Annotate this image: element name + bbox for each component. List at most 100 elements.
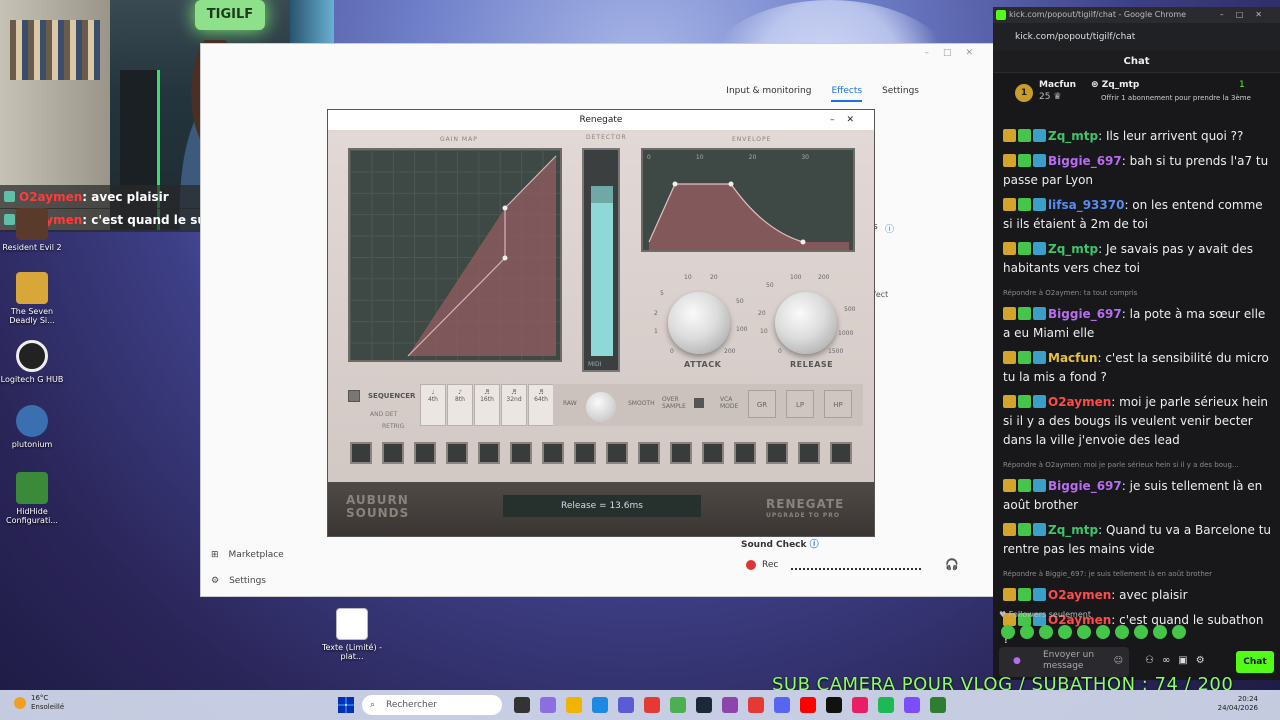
sequencer-step-button[interactable] xyxy=(798,442,820,464)
sequencer-step-button[interactable] xyxy=(350,442,372,464)
note-8th-button[interactable]: ♪ 8th xyxy=(447,384,473,426)
emote-bar[interactable] xyxy=(1001,625,1186,639)
tab-effects[interactable]: Effects xyxy=(831,86,863,102)
sequencer-step-button[interactable] xyxy=(606,442,628,464)
tab-settings[interactable]: Settings xyxy=(882,86,919,102)
note-64th-button[interactable]: ♬ 64th xyxy=(528,384,554,426)
mode-lp-button[interactable]: LP xyxy=(786,390,814,418)
sequencer-step-button[interactable] xyxy=(478,442,500,464)
sequencer-step-button[interactable] xyxy=(446,442,468,464)
note-16th-button[interactable]: ♬ 16th xyxy=(474,384,500,426)
emote-icon[interactable] xyxy=(1039,625,1053,639)
info-icon[interactable]: ⓘ xyxy=(885,222,894,235)
smooth-knob[interactable] xyxy=(586,392,616,422)
emote-icon[interactable] xyxy=(1077,625,1091,639)
chat-username[interactable]: Macfun xyxy=(1048,351,1097,365)
taskbar-app-icon[interactable] xyxy=(800,697,816,713)
sequencer-step-button[interactable] xyxy=(414,442,436,464)
sequencer-step-button[interactable] xyxy=(574,442,596,464)
taskbar-app-icon[interactable] xyxy=(540,697,556,713)
chrome-window-controls[interactable]: –□✕ xyxy=(1220,7,1274,23)
system-clock[interactable]: 20:24 24/04/2026 xyxy=(1218,695,1258,713)
sidebar-item-settings[interactable]: ⚙ Settings xyxy=(211,576,266,586)
taskbar-app-icon[interactable] xyxy=(722,697,738,713)
taskbar-app-icon[interactable] xyxy=(826,697,842,713)
emote-icon[interactable] xyxy=(1115,625,1129,639)
emote-icon[interactable] xyxy=(1001,625,1015,639)
chat-message-input[interactable]: ● Envoyer un message ☺ xyxy=(999,647,1129,677)
taskbar-app-icon[interactable] xyxy=(696,697,712,713)
desktop-icon-hidhide[interactable]: HidHide Configurati... xyxy=(0,472,64,525)
taskbar-app-icon[interactable] xyxy=(930,697,946,713)
headphones-icon[interactable]: 🎧 xyxy=(945,558,959,571)
note-32nd-button[interactable]: ♬ 32nd xyxy=(501,384,527,426)
desktop-icon-logitech[interactable]: Logitech G HUB xyxy=(0,340,64,384)
chat-username[interactable]: Zq_mtp xyxy=(1048,129,1098,143)
taskbar-app-icon[interactable] xyxy=(514,697,530,713)
desktop-icon-seven-deadly-sins[interactable]: The Seven Deadly Si... xyxy=(0,272,64,325)
taskbar-app-icon[interactable] xyxy=(618,697,634,713)
chat-username[interactable]: Biggie_697 xyxy=(1048,479,1122,493)
chat-username[interactable]: Biggie_697 xyxy=(1048,154,1122,168)
emoji-icon[interactable]: ☺ xyxy=(1114,656,1123,667)
desktop-icon-plutonium[interactable]: plutonium xyxy=(0,405,64,449)
sequencer-toggle[interactable] xyxy=(348,390,360,402)
emote-icon[interactable] xyxy=(1020,625,1034,639)
taskbar-app-icon[interactable] xyxy=(748,697,764,713)
chat-username[interactable]: O2aymen xyxy=(1048,395,1111,409)
emote-icon[interactable] xyxy=(1058,625,1072,639)
weather-widget[interactable]: 16°C Ensoleillé xyxy=(14,694,64,712)
rec-button[interactable]: Rec xyxy=(746,560,778,570)
taskbar-app-icon[interactable] xyxy=(566,697,582,713)
emote-icon[interactable] xyxy=(1172,625,1186,639)
oversample-toggle[interactable] xyxy=(694,398,704,408)
taskbar-app-icon[interactable] xyxy=(592,697,608,713)
taskbar-app-icon[interactable] xyxy=(774,697,790,713)
retrig-option[interactable]: RETRIG xyxy=(382,423,404,430)
emote-icon[interactable] xyxy=(1096,625,1110,639)
send-chat-button[interactable]: Chat xyxy=(1236,651,1274,673)
chat-username[interactable]: Zq_mtp xyxy=(1048,523,1098,537)
windows-start-icon[interactable] xyxy=(338,697,354,713)
desktop-icon-resident-evil[interactable]: Resident Evil 2 xyxy=(0,208,64,252)
mode-gr-button[interactable]: GR xyxy=(748,390,776,418)
emote-icon[interactable] xyxy=(1153,625,1167,639)
chat-tools[interactable]: ⚇∞▣⚙ xyxy=(1145,655,1213,666)
envelope-display[interactable]: 0 10 20 30 xyxy=(641,148,855,252)
sequencer-step-button[interactable] xyxy=(766,442,788,464)
note-4th-button[interactable]: ♩ 4th xyxy=(420,384,446,426)
taskbar-app-icon[interactable] xyxy=(904,697,920,713)
sequencer-step-button[interactable] xyxy=(542,442,564,464)
attack-knob[interactable] xyxy=(668,292,730,354)
address-bar[interactable]: kick.com/popout/tigilf/chat xyxy=(993,23,1280,51)
sequencer-step-button[interactable] xyxy=(670,442,692,464)
sequencer-step-button[interactable] xyxy=(510,442,532,464)
sequencer-step-button[interactable] xyxy=(830,442,852,464)
desktop-icon-text-shortcut[interactable]: Texte (Limité) - plat... xyxy=(320,608,384,661)
taskbar-app-icon[interactable] xyxy=(878,697,894,713)
sequencer-step-button[interactable] xyxy=(734,442,756,464)
chat-username[interactable]: O2aymen xyxy=(1048,588,1111,602)
emote-icon[interactable] xyxy=(1134,625,1148,639)
taskbar-app-icon[interactable] xyxy=(852,697,868,713)
sequencer-step-button[interactable] xyxy=(702,442,724,464)
taskbar-app-icon[interactable] xyxy=(644,697,660,713)
sequencer-step-button[interactable] xyxy=(382,442,404,464)
sidebar-item-marketplace[interactable]: ⊞ Marketplace xyxy=(211,550,284,560)
release-knob[interactable] xyxy=(775,292,837,354)
plugin-window-controls[interactable]: –✕ xyxy=(830,110,866,130)
taskbar-search[interactable]: ⌕ Rechercher xyxy=(362,695,502,715)
upgrade-to-pro-link[interactable]: RENEGATE UPGRADE TO PRO xyxy=(766,498,844,522)
chat-username[interactable]: lifsa_93370 xyxy=(1048,198,1124,212)
taskbar-app-icon[interactable] xyxy=(670,697,686,713)
mode-hp-button[interactable]: HP xyxy=(824,390,852,418)
sequencer-step-button[interactable] xyxy=(638,442,660,464)
tab-input-monitoring[interactable]: Input & monitoring xyxy=(726,86,811,102)
window-controls[interactable]: –□✕ xyxy=(924,48,987,58)
and-det-option[interactable]: AND DET xyxy=(370,411,397,418)
gain-map-display[interactable] xyxy=(348,148,562,362)
microphone-icon[interactable]: ● xyxy=(1013,656,1021,667)
chat-username[interactable]: Zq_mtp xyxy=(1048,242,1098,256)
chat-username[interactable]: Biggie_697 xyxy=(1048,307,1122,321)
gift-offer-text[interactable]: Offrir 1 abonnement pour prendre la 3ème xyxy=(1101,94,1251,103)
